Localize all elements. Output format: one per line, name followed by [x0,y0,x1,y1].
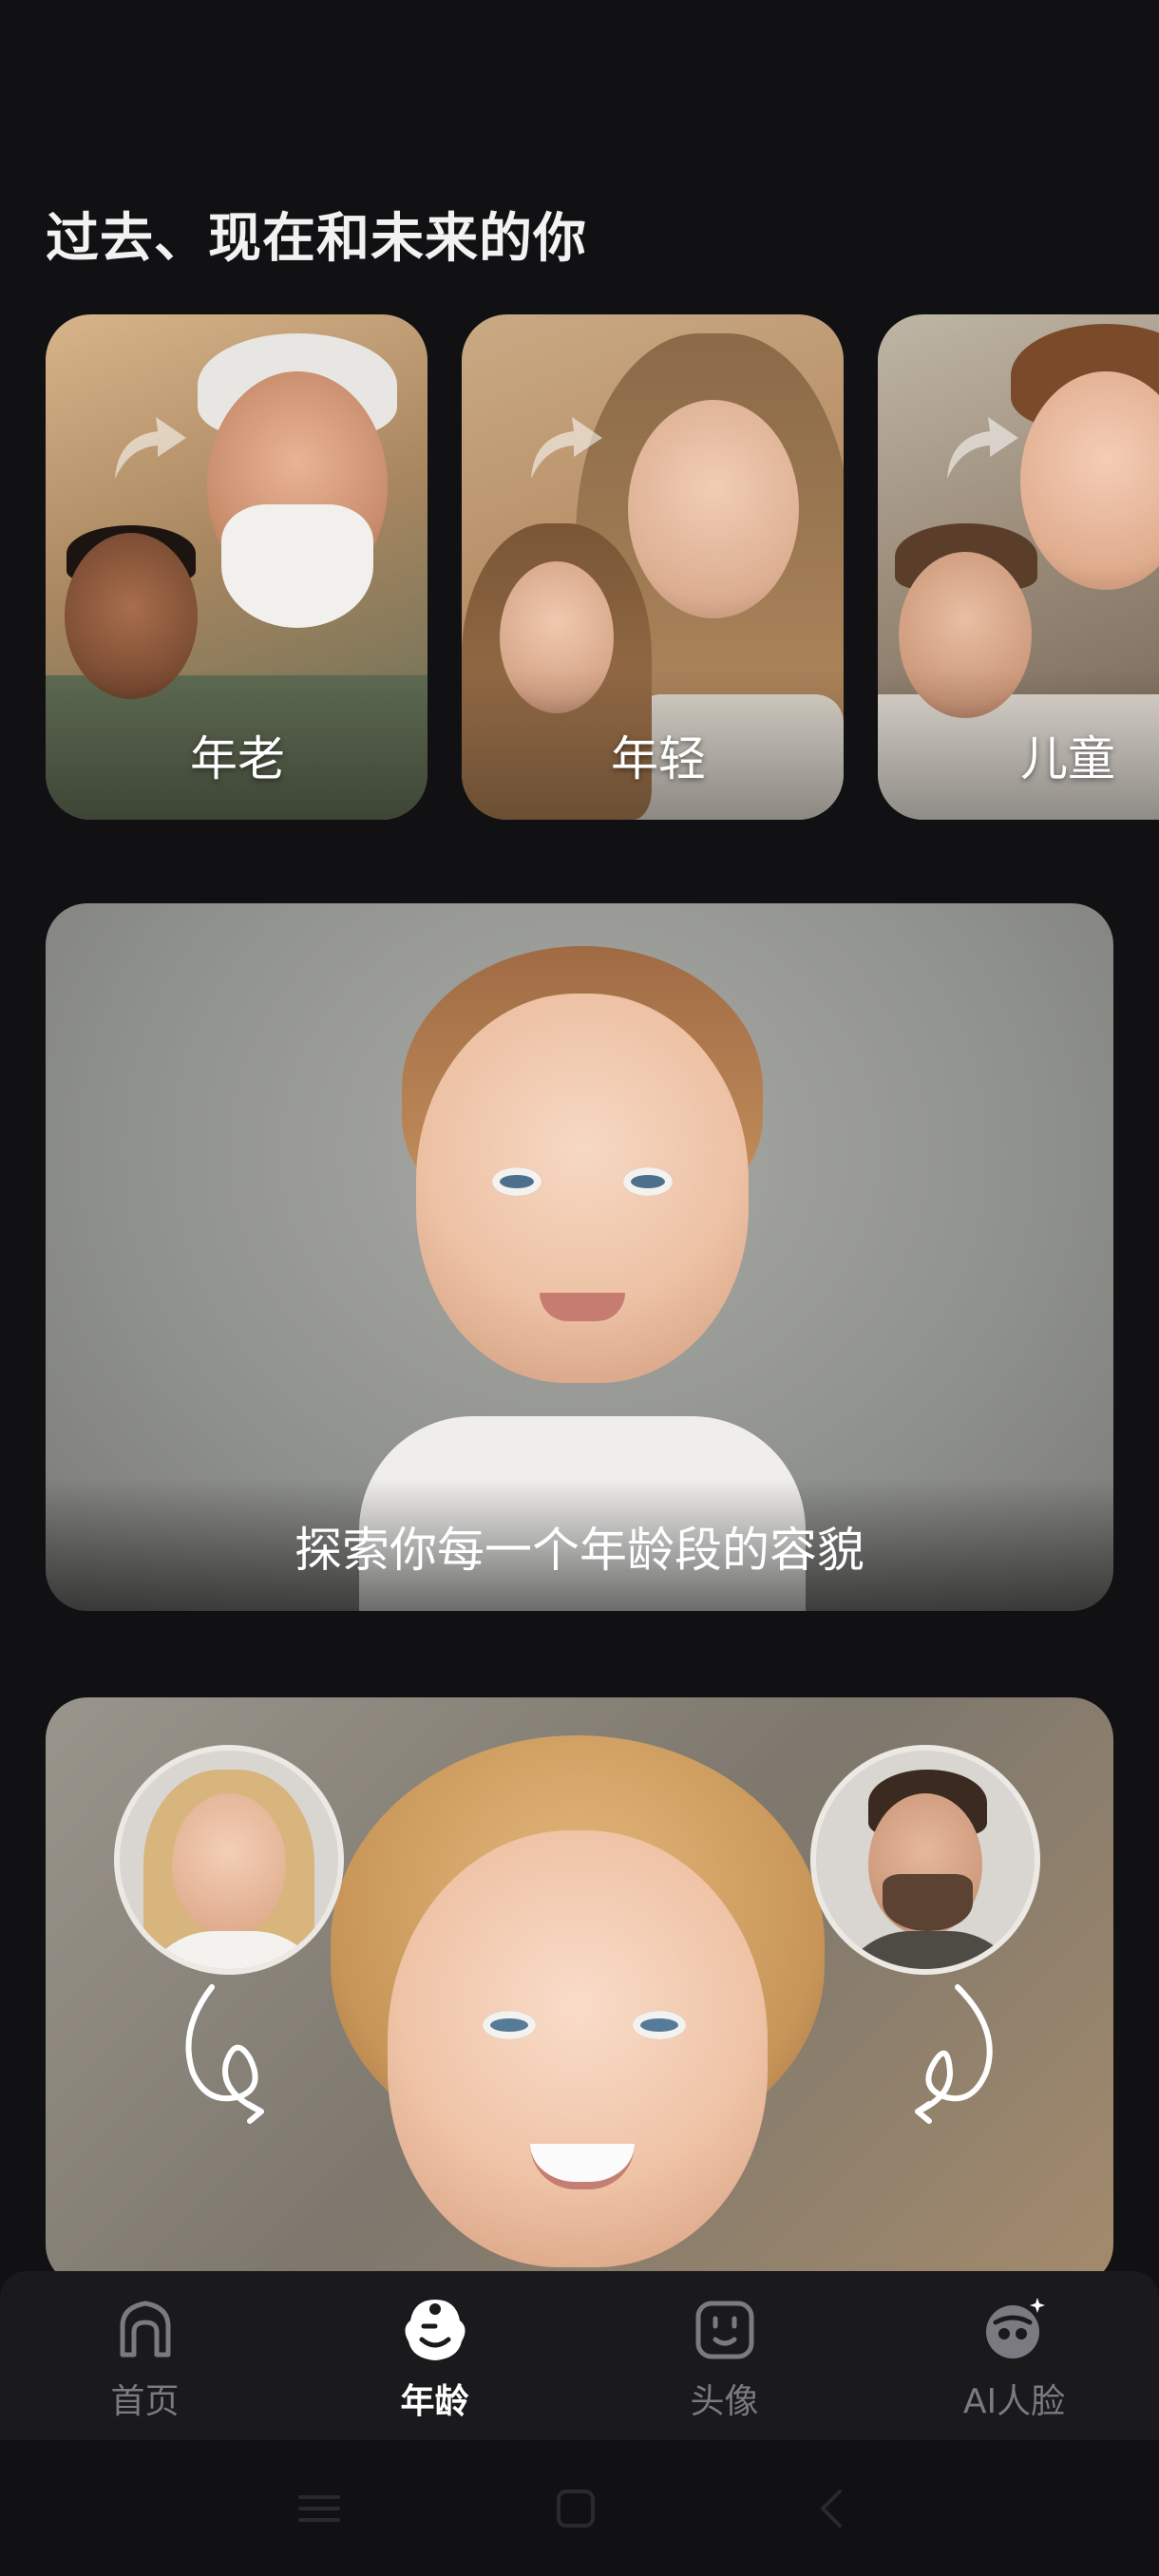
banner-image-child-face [416,994,749,1383]
father-avatar [810,1745,1040,1975]
avatar-body [835,1931,1025,1969]
back-chevron-icon[interactable] [804,2480,861,2537]
age-card-old[interactable]: 年老 [46,314,428,820]
nav-label: 年龄 [400,2382,469,2421]
age-card-label: 年轻 [611,731,706,786]
banner-caption: 探索你每一个年龄段的容貌 [294,1523,864,1578]
nav-item-age[interactable]: 年龄 [290,2271,580,2440]
nav-item-avatar[interactable]: 头像 [580,2271,869,2440]
card-image-girl-face [628,400,799,618]
baby-prediction-banner[interactable] [46,1697,1113,2286]
age-card-young[interactable]: 年轻 [462,314,844,820]
bottom-navigation-bar: 首页 年龄 头像 AI人脸 [0,2271,1159,2440]
home-square-icon[interactable] [547,2480,604,2537]
system-navigation-bar [0,2440,1159,2576]
curved-arrow-icon [115,417,186,479]
curved-arrow-icon [531,417,602,479]
squiggle-arrow-icon [185,1984,264,2124]
banner-image-eye [633,2011,686,2039]
avatar-beard [883,1874,973,1931]
squiggle-arrow-icon [915,1984,993,2124]
card-image-beard [221,504,373,628]
ai-face-icon [985,2298,1045,2358]
banner-image-baby-face [388,1830,768,2267]
page-title: 过去、现在和未来的你 [46,208,587,270]
mother-avatar [114,1745,344,1975]
card-shade [878,668,1159,820]
nav-label: 首页 [110,2382,180,2421]
banner-image-eye [492,1167,542,1196]
nav-item-ai-face[interactable]: AI人脸 [869,2271,1159,2440]
avatar-face [172,1793,286,1936]
banner-image-eye [483,2011,536,2039]
age-card-carousel[interactable]: 年老 年轻 儿童 [46,314,1159,820]
age-card-label: 年老 [190,731,285,786]
nav-label: 头像 [690,2382,759,2421]
nav-label: AI人脸 [962,2382,1066,2421]
age-card-label: 儿童 [1020,731,1115,786]
age-explore-banner[interactable]: 探索你每一个年龄段的容貌 [46,903,1113,1611]
avatar-face-icon [695,2301,753,2359]
menu-icon[interactable] [291,2480,348,2537]
curved-arrow-icon [947,417,1018,479]
age-card-child[interactable]: 儿童 [878,314,1159,820]
nav-item-home[interactable]: 首页 [0,2271,290,2440]
age-face-icon [404,2300,466,2360]
banner-image-eye [623,1167,673,1196]
home-icon [120,2301,170,2358]
